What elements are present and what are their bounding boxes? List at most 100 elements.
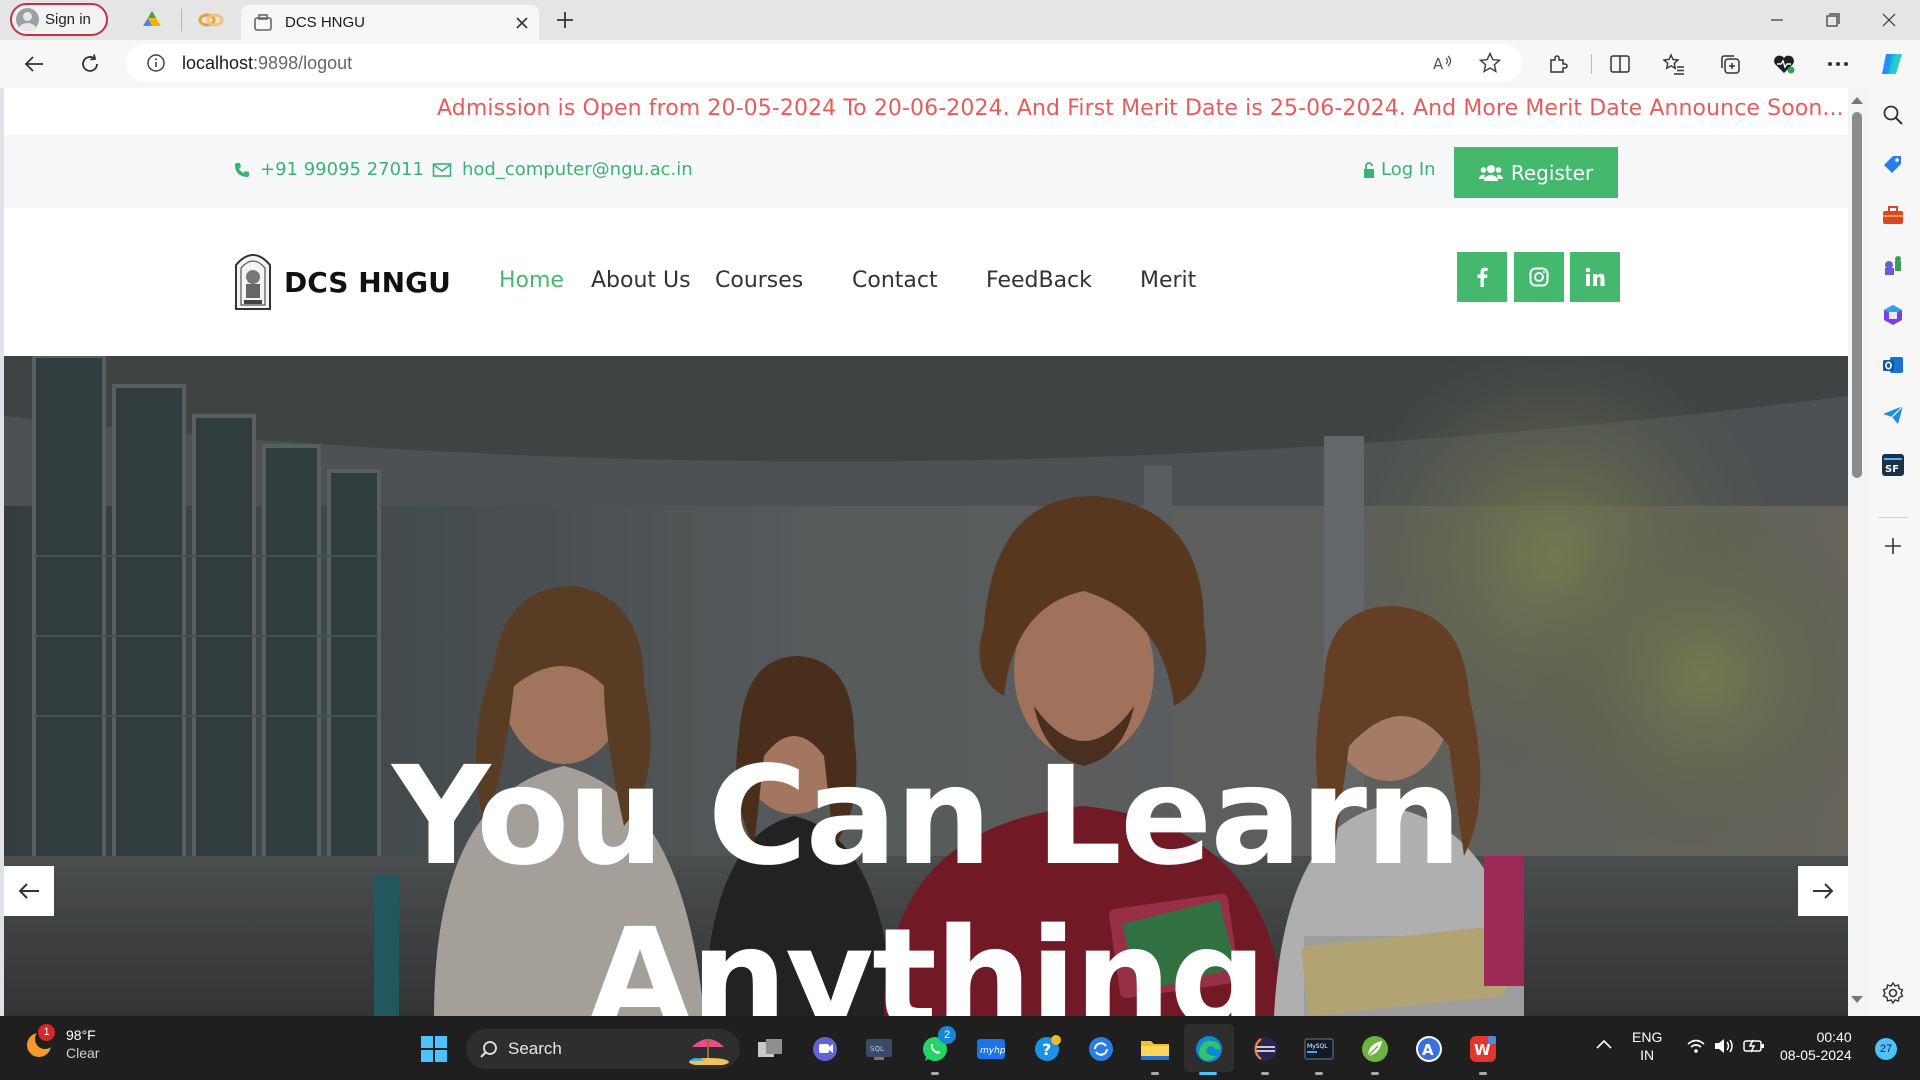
font-app-icon[interactable]: A <box>1412 1032 1446 1066</box>
sidebar-shopping-icon[interactable] <box>1878 150 1908 180</box>
taskbar-search[interactable]: Search <box>466 1029 740 1069</box>
edge-browser-icon[interactable] <box>1192 1032 1226 1066</box>
pinned-tab-icon[interactable] <box>198 8 224 32</box>
nav-merit[interactable]: Merit <box>1140 268 1196 293</box>
sidebar-games-icon[interactable] <box>1878 250 1908 280</box>
whatsapp-badge: 2 <box>938 1026 956 1044</box>
tab-separator <box>181 9 182 31</box>
linkedin-button[interactable] <box>1570 252 1620 302</box>
sync-app-icon[interactable] <box>1084 1032 1118 1066</box>
more-options-icon[interactable] <box>1820 46 1856 82</box>
nav-home[interactable]: Home <box>499 268 564 293</box>
mysql-terminal-icon[interactable]: MySQL <box>1302 1032 1336 1066</box>
users-icon <box>1478 164 1503 182</box>
hero-title: You Can Learn Anything <box>4 736 1848 1016</box>
start-windows-icon[interactable] <box>417 1032 451 1066</box>
address-bar[interactable]: localhost :9898/logout A <box>126 44 1522 82</box>
tab-favicon-icon <box>253 13 273 33</box>
carousel-next-button[interactable] <box>1798 866 1848 916</box>
favorites-list-icon[interactable] <box>1656 46 1692 82</box>
phone-number: +91 99095 27011 <box>260 159 424 180</box>
wps-office-icon[interactable]: W <box>1466 1032 1500 1066</box>
task-view-icon[interactable] <box>753 1032 787 1066</box>
new-tab-button[interactable] <box>553 8 577 32</box>
extensions-icon[interactable] <box>1540 46 1576 82</box>
svg-text:A: A <box>1433 55 1444 73</box>
refresh-icon[interactable] <box>72 46 108 82</box>
volume-icon[interactable] <box>1713 1037 1735 1055</box>
page-viewport: Admission is Open from 20-05-2024 To 20-… <box>4 88 1848 1016</box>
notification-count-badge[interactable]: 27 <box>1875 1038 1897 1060</box>
instagram-button[interactable] <box>1514 252 1564 302</box>
sql-tool-icon[interactable]: SQL <box>862 1032 896 1066</box>
clock[interactable]: 00:40 08-05-2024 <box>1780 1028 1852 1064</box>
site-info-icon[interactable] <box>146 53 166 73</box>
help-icon[interactable]: ? <box>1030 1032 1064 1066</box>
collections-icon[interactable] <box>1712 46 1748 82</box>
scroll-up-arrow-icon[interactable] <box>1851 96 1863 104</box>
language-indicator[interactable]: ENG IN <box>1632 1028 1662 1064</box>
split-screen-icon[interactable] <box>1602 46 1638 82</box>
instagram-icon <box>1529 267 1549 287</box>
tab-close-icon[interactable] <box>515 16 529 30</box>
browser-toolbar: localhost :9898/logout A <box>0 40 1920 88</box>
read-aloud-icon[interactable]: A <box>1432 52 1454 74</box>
browser-essentials-icon[interactable] <box>1766 46 1802 82</box>
weather-widget[interactable]: 1 98°F Clear <box>24 1024 99 1062</box>
workspaces-icon[interactable] <box>140 8 164 32</box>
sidebar-sf-app-icon[interactable]: SF <box>1878 450 1908 480</box>
active-running-indicator <box>1199 1072 1217 1075</box>
back-arrow-icon[interactable] <box>16 46 52 82</box>
nav-about-us[interactable]: About Us <box>591 268 691 293</box>
sidebar-tools-icon[interactable] <box>1878 200 1908 230</box>
profile-avatar-icon <box>16 8 39 31</box>
running-indicator <box>1371 1072 1379 1075</box>
carousel-prev-button[interactable] <box>4 866 54 916</box>
sidebar-m365-icon[interactable] <box>1878 300 1908 330</box>
eclipse-icon[interactable] <box>1248 1032 1282 1066</box>
announcement-bar: Admission is Open from 20-05-2024 To 20-… <box>4 88 1848 135</box>
close-window-button[interactable] <box>1861 0 1917 40</box>
main-navbar: DCS HNGU Home About Us Courses Contact F… <box>4 208 1848 356</box>
svg-text:myhp: myhp <box>980 1046 1006 1056</box>
sidebar-search-icon[interactable] <box>1878 100 1908 130</box>
login-link[interactable]: Log In <box>1363 159 1436 180</box>
tray-overflow-chevron-icon[interactable] <box>1595 1038 1613 1050</box>
file-explorer-icon[interactable] <box>1138 1032 1172 1066</box>
site-logo[interactable]: DCS HNGU <box>232 251 451 313</box>
clock-time: 00:40 <box>1816 1029 1852 1045</box>
spring-tool-icon[interactable] <box>1358 1032 1392 1066</box>
wifi-icon[interactable] <box>1686 1038 1706 1054</box>
phone-contact[interactable]: +91 99095 27011 <box>234 159 424 180</box>
url-path: :9898/logout <box>253 52 353 73</box>
sidebar-add-icon[interactable] <box>1878 531 1908 561</box>
facebook-button[interactable] <box>1457 252 1507 302</box>
sidebar-settings-icon[interactable] <box>1878 978 1908 1008</box>
url-host: localhost <box>182 52 254 73</box>
university-emblem-icon <box>232 251 274 313</box>
teams-icon[interactable] <box>808 1032 842 1066</box>
myhp-icon[interactable]: myhp <box>974 1032 1008 1066</box>
restore-button[interactable] <box>1805 0 1861 40</box>
register-button[interactable]: Register <box>1454 147 1618 198</box>
profile-sign-in-button[interactable]: Sign in <box>10 3 108 36</box>
svg-text:SQL: SQL <box>870 1045 884 1053</box>
minimize-button[interactable] <box>1749 0 1805 40</box>
nav-courses[interactable]: Courses <box>715 268 803 293</box>
windows-taskbar: 1 98°F Clear Search SQL 2 myhp ? MySQL A… <box>0 1016 1920 1080</box>
running-indicator <box>931 1072 939 1075</box>
nav-feedback[interactable]: FeedBack <box>986 268 1092 293</box>
favorite-star-icon[interactable] <box>1478 51 1502 75</box>
scrollbar-thumb[interactable] <box>1852 112 1862 478</box>
nav-contact[interactable]: Contact <box>852 268 938 293</box>
email-contact[interactable]: hod_computer@ngu.ac.in <box>432 159 693 180</box>
sidebar-outlook-icon[interactable] <box>1878 350 1908 380</box>
scroll-down-arrow-icon[interactable] <box>1851 996 1863 1004</box>
active-tab[interactable]: DCS HNGU <box>241 5 539 40</box>
taskbar-search-icon <box>480 1040 498 1058</box>
weather-temperature: 98°F <box>66 1027 96 1043</box>
battery-icon[interactable] <box>1742 1037 1766 1055</box>
copilot-icon[interactable] <box>1874 46 1910 82</box>
whatsapp-icon[interactable]: 2 <box>918 1026 956 1066</box>
sidebar-send-icon[interactable] <box>1878 400 1908 430</box>
